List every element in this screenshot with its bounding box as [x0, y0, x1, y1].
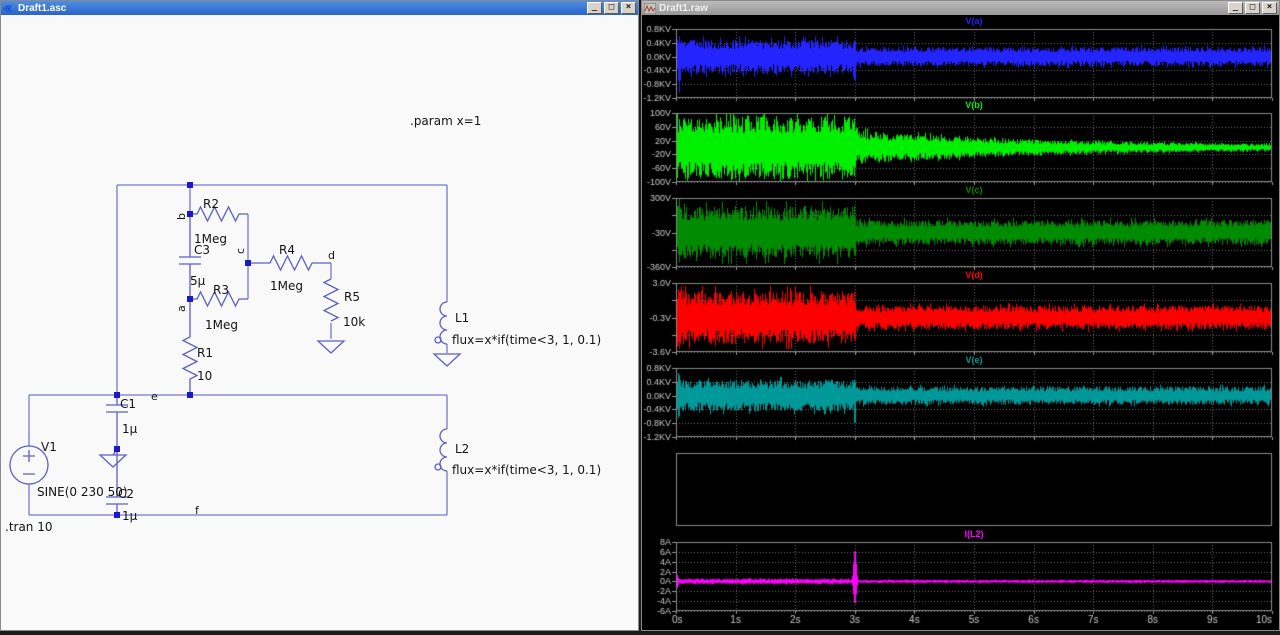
component-label: C3: [194, 243, 210, 257]
pane-title-vc[interactable]: V(c): [676, 184, 1272, 196]
component-label: R5: [344, 290, 360, 304]
pane-title-il2[interactable]: I(L2): [676, 528, 1272, 540]
component-C1[interactable]: C1 1µ: [106, 395, 138, 449]
component-value: flux=x*if(time<3, 1, 0.1): [452, 333, 601, 347]
net-label-e[interactable]: e: [151, 390, 158, 403]
component-value: 1Meg: [205, 318, 238, 332]
component-L1[interactable]: L1 flux=x*if(time<3, 1, 0.1): [434, 301, 601, 347]
component-C3[interactable]: C3 5µ: [179, 214, 210, 299]
ground-icon: [316, 340, 346, 354]
net-label-a[interactable]: a: [175, 305, 188, 312]
component-R5[interactable]: R5 10k: [322, 278, 365, 329]
ltspice-icon: [3, 3, 15, 14]
component-L2[interactable]: L2 flux=x*if(time<3, 1, 0.1): [434, 428, 601, 477]
component-value: flux=x*if(time<3, 1, 0.1): [452, 463, 601, 477]
component-label: R3: [213, 283, 229, 297]
component-label: L2: [455, 442, 469, 456]
component-R1[interactable]: R1 10: [181, 299, 213, 395]
component-label: R4: [279, 243, 295, 257]
junction-nodes: [114, 182, 251, 518]
minimize-button[interactable]: _: [1228, 2, 1243, 14]
component-value: 10k: [343, 315, 365, 329]
maximize-button[interactable]: □: [604, 2, 619, 14]
net-label-b[interactable]: b: [175, 213, 188, 220]
component-value: 1Meg: [270, 279, 303, 293]
pane-title-ve[interactable]: V(e): [676, 354, 1272, 366]
component-label: R2: [203, 197, 219, 211]
pane-title-vd[interactable]: V(d): [676, 269, 1272, 281]
component-label: R1: [197, 346, 213, 360]
ground-icon: [432, 353, 462, 367]
minimize-button[interactable]: _: [587, 2, 602, 14]
net-label-c[interactable]: c: [234, 248, 247, 254]
component-value: 5µ: [190, 274, 206, 288]
component-V1[interactable]: V1 SINE(0 230 50): [9, 440, 128, 499]
close-button[interactable]: ×: [621, 2, 636, 14]
component-label: V1: [41, 440, 57, 454]
maximize-button[interactable]: □: [1245, 2, 1260, 14]
component-value: 1µ: [122, 509, 138, 523]
spice-directive-param[interactable]: .param x=1: [410, 114, 481, 128]
waveform-window: Draft1.raw _ □ × V(a) V(b) V(c) V(d) V(e…: [641, 0, 1280, 631]
schematic-canvas[interactable]: R2 1Meg C3 5µ R3 1Meg R4 1Meg R5 10k R1 …: [1, 15, 638, 630]
pane-title-vb[interactable]: V(b): [676, 99, 1272, 111]
close-button[interactable]: ×: [1262, 2, 1277, 14]
waveform-plot-area[interactable]: V(a) V(b) V(c) V(d) V(e) I(L2): [642, 15, 1279, 630]
component-value: SINE(0 230 50): [37, 485, 128, 499]
pane-title-va[interactable]: V(a): [676, 15, 1272, 27]
component-R4[interactable]: R4 1Meg: [248, 243, 331, 293]
component-R2[interactable]: R2 1Meg: [190, 197, 248, 246]
spice-directive-tran[interactable]: .tran 10: [5, 520, 53, 534]
schematic-window: Draft1.asc _ □ × R2 1Meg C3 5µ R3 1Meg R…: [0, 0, 639, 631]
net-label-d[interactable]: d: [328, 249, 335, 262]
schematic-wires: [28, 184, 448, 516]
component-R3[interactable]: R3 1Meg: [190, 283, 248, 332]
component-label: C1: [120, 397, 136, 411]
schematic-titlebar[interactable]: Draft1.asc _ □ ×: [1, 1, 638, 15]
component-value: 10: [197, 369, 212, 383]
component-label: L1: [455, 311, 469, 325]
ground-icon: [98, 448, 128, 468]
waveform-titlebar[interactable]: Draft1.raw _ □ ×: [642, 1, 1279, 15]
waveform-window-title: Draft1.raw: [659, 2, 708, 14]
waveform-icon: [644, 2, 656, 14]
component-value: 1µ: [122, 422, 138, 436]
schematic-window-title: Draft1.asc: [18, 2, 67, 14]
